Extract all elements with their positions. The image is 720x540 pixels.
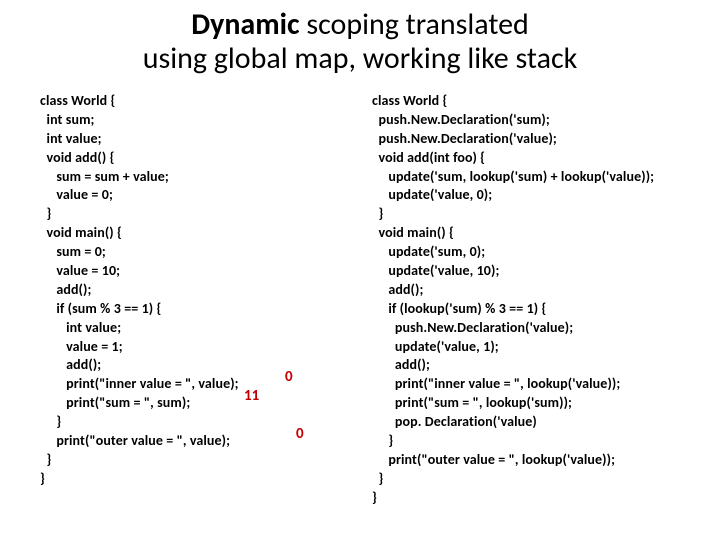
source-code-left: class World { int sum; int value; void a… [40, 92, 364, 489]
code-columns: class World { int sum; int value; void a… [40, 92, 696, 530]
slide-title: Dynamic scoping translated using global … [0, 8, 720, 75]
annotation-inner-value: 0 [285, 368, 293, 386]
left-column: class World { int sum; int value; void a… [40, 92, 364, 530]
slide: Dynamic scoping translated using global … [0, 0, 720, 540]
right-column: class World { push.New.Declaration('sum)… [364, 92, 696, 530]
translated-code-right: class World { push.New.Declaration('sum)… [372, 92, 696, 508]
annotation-outer-value: 0 [296, 425, 304, 443]
title-bold: Dynamic [191, 6, 299, 43]
annotation-sum: 11 [244, 387, 259, 405]
